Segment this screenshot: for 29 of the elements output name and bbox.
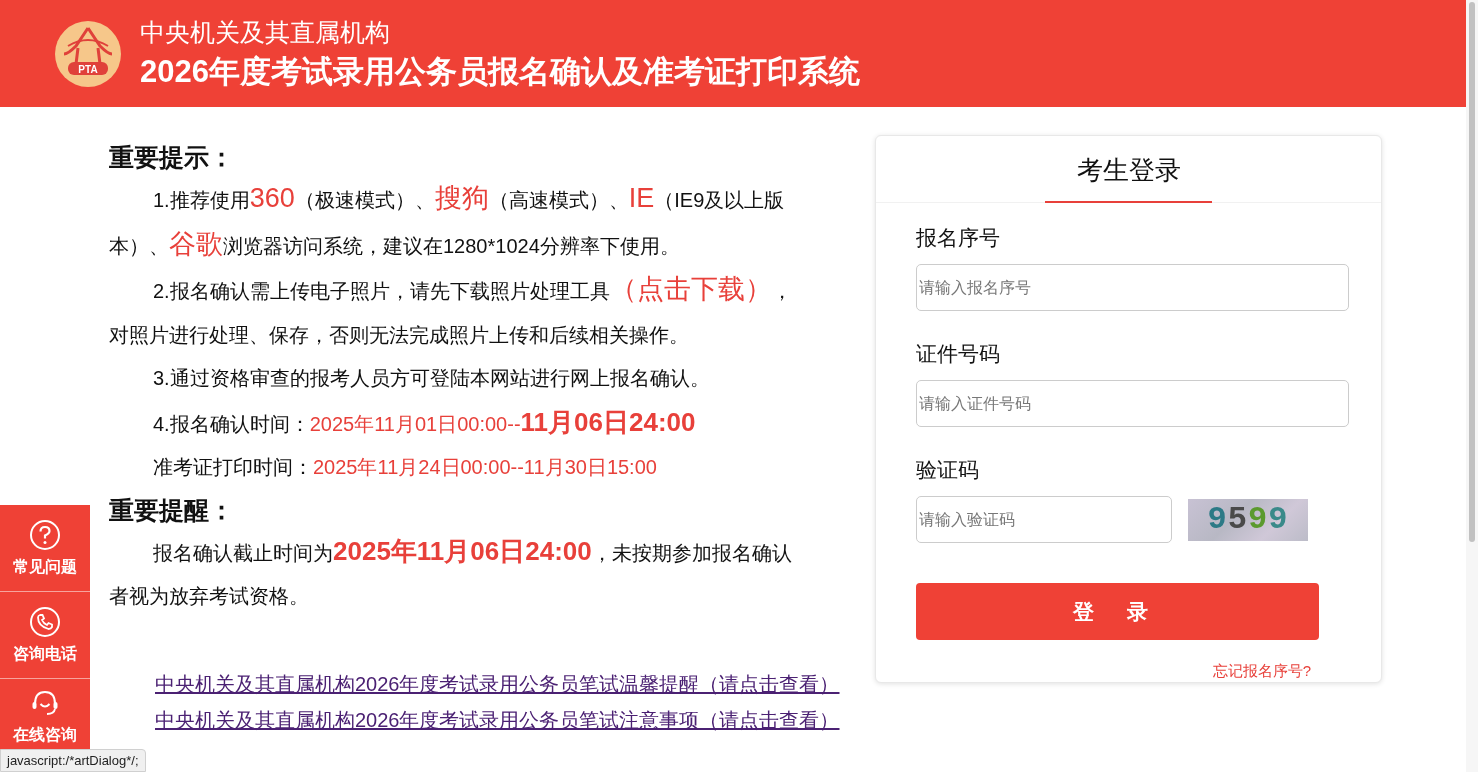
notice-link[interactable]: 中央机关及其直属机构2026年度考试录用公务员笔试温馨提醒（请点击查看） [155,670,840,697]
sidebar-item[interactable]: 常见问题 [0,505,90,592]
notice-paragraph: 2.报名确认需上传电子照片，请先下载照片处理工具（点击下载），对照片进行处理、保存，否则无法完成照片上传和后续相关操作。 [109,273,793,348]
notice-paragraph: 准考证打印时间：2025年11月24日00:00--11月30日15:00 [152,455,658,480]
help-icon [29,518,61,551]
login-button[interactable]: 登 录 [916,583,1319,640]
field-label: 报名序号 [916,225,1001,251]
forgot-link[interactable]: 忘记报名序号? [1212,662,1311,681]
notice-paragraph: 1.推荐使用360（极速模式）、搜狗（高速模式）、IE（IE9及以上版本）、谷歌浏览器访问系统，建议在1280*1024分辨率下使用。 [109,182,786,261]
notice-heading: 重要提示： [109,142,235,173]
field-label: 验证码 [916,457,980,483]
notice-paragraph: 4.报名确认时间：2025年11月01日00:00--11月06日24:00 [152,405,697,439]
input-field[interactable]: 请输入验证码 [916,496,1172,543]
phone-icon [29,605,61,638]
reminder-heading: 重要提醒： [109,494,235,526]
notice-paragraph: 3.通过资格审查的报考人员方可登陆本网站进行网上报名确认。 [152,366,711,391]
reminder-paragraph: 报名确认截止时间为2025年11月06日24:00，未按期参加报名确认者视为放弃考试资格。 [109,534,793,609]
sidebar-item[interactable]: 咨询电话 [0,592,90,679]
scrollbar-thumb[interactable] [1469,2,1475,542]
input-field[interactable]: 请输入证件号码 [916,380,1349,427]
site-title: 2026年度考试录用公务员报名确认及准考证打印系统 [140,52,860,91]
captcha-image[interactable]: 9599 [1188,498,1308,541]
site-subtitle: 中央机关及其直属机构 [140,16,391,48]
login-title: 考生登录 [1045,145,1212,203]
field-label: 证件号码 [916,341,1001,367]
input-field[interactable]: 请输入报名序号 [916,264,1349,311]
notice-link[interactable]: 中央机关及其直属机构2026年度考试录用公务员笔试注意事项（请点击查看） [155,706,840,733]
logo-icon: PTA [54,19,122,88]
status-tooltip: javascript:/*artDialog*/; [0,749,146,772]
